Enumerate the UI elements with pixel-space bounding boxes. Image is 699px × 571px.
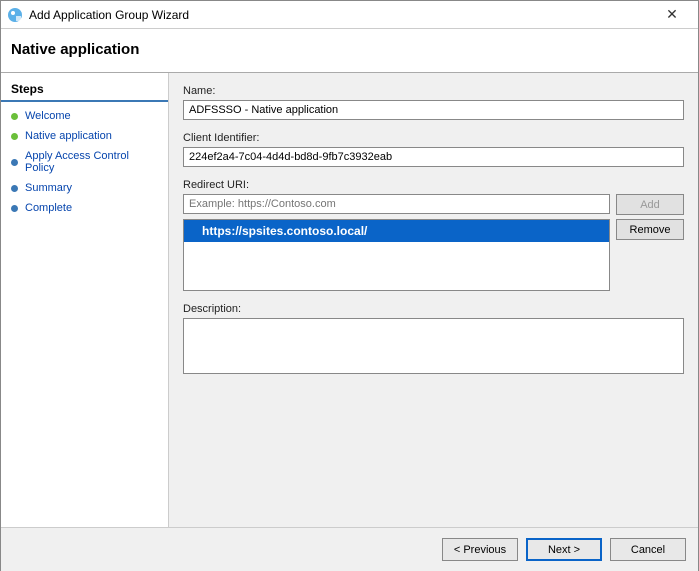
client-id-input[interactable] xyxy=(183,147,684,167)
steps-sidebar: Steps Welcome Native application Apply A… xyxy=(1,73,169,527)
close-button[interactable]: ✕ xyxy=(652,2,692,28)
step-bullet-icon xyxy=(11,185,18,192)
step-bullet-icon xyxy=(11,133,18,140)
client-id-label: Client Identifier: xyxy=(183,132,684,144)
step-label: Summary xyxy=(25,182,72,194)
step-summary[interactable]: Summary xyxy=(1,178,168,198)
step-apply-access-control[interactable]: Apply Access Control Policy xyxy=(1,146,168,178)
step-label: Native application xyxy=(25,130,112,142)
description-input[interactable] xyxy=(183,318,684,374)
next-button[interactable]: Next > xyxy=(526,538,602,561)
previous-button[interactable]: < Previous xyxy=(442,538,518,561)
step-bullet-icon xyxy=(11,113,18,120)
cancel-button[interactable]: Cancel xyxy=(610,538,686,561)
step-complete[interactable]: Complete xyxy=(1,198,168,218)
name-input[interactable] xyxy=(183,100,684,120)
steps-heading: Steps xyxy=(1,79,168,102)
description-label: Description: xyxy=(183,303,684,315)
step-label: Welcome xyxy=(25,110,71,122)
step-label: Complete xyxy=(25,202,72,214)
step-native-application[interactable]: Native application xyxy=(1,126,168,146)
page-title: Native application xyxy=(1,29,698,73)
remove-button[interactable]: Remove xyxy=(616,219,684,240)
redirect-uri-item[interactable]: https://spsites.contoso.local/ xyxy=(184,220,609,242)
close-icon: ✕ xyxy=(666,6,678,23)
step-welcome[interactable]: Welcome xyxy=(1,106,168,126)
redirect-uri-label: Redirect URI: xyxy=(183,179,684,191)
redirect-uri-input[interactable] xyxy=(183,194,610,214)
wizard-footer: < Previous Next > Cancel xyxy=(1,527,698,571)
step-label: Apply Access Control Policy xyxy=(25,150,158,174)
window-title: Add Application Group Wizard xyxy=(29,8,652,22)
add-button[interactable]: Add xyxy=(616,194,684,215)
redirect-uri-list[interactable]: https://spsites.contoso.local/ xyxy=(183,219,610,291)
step-bullet-icon xyxy=(11,205,18,212)
main-panel: Name: Client Identifier: Redirect URI: A… xyxy=(169,73,698,527)
app-icon xyxy=(7,7,23,23)
step-bullet-icon xyxy=(11,159,18,166)
title-bar: Add Application Group Wizard ✕ xyxy=(1,1,698,29)
name-label: Name: xyxy=(183,85,684,97)
